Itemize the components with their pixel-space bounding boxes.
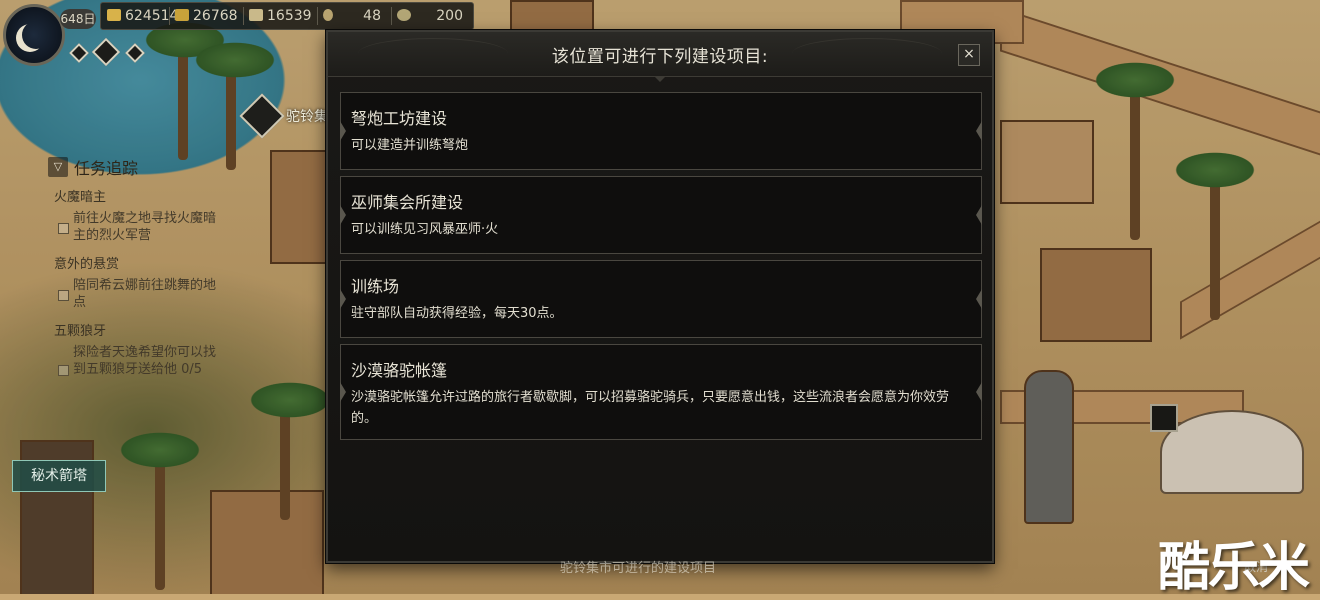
build-option-title: 训练场 bbox=[351, 277, 400, 296]
quest-checkbox[interactable] bbox=[58, 365, 69, 376]
build-option-desc: 可以训练见习风暴巫师·火 bbox=[351, 222, 499, 237]
quest-category: 意外的悬赏 bbox=[54, 257, 120, 272]
location-marker-icon bbox=[239, 93, 285, 139]
build-dialog: 该位置可进行下列建设项目: × 弩炮工坊建设 可以建造并训练弩炮 巫师集会所建设… bbox=[326, 30, 994, 563]
resource-gold: 624514 bbox=[107, 7, 178, 25]
resource-silver: 16539 bbox=[249, 7, 312, 25]
header-notch bbox=[654, 76, 666, 82]
build-option[interactable]: 训练场 驻守部队自动获得经验，每天30点。 bbox=[340, 260, 982, 338]
dialog-title: 该位置可进行下列建设项目: bbox=[551, 47, 769, 67]
night-moon-icon[interactable] bbox=[3, 4, 65, 66]
build-option-title: 沙漠骆驼帐篷 bbox=[351, 361, 448, 380]
build-option[interactable]: 弩炮工坊建设 可以建造并训练弩炮 bbox=[340, 92, 982, 170]
quest-item[interactable]: 前往火魔之地寻找火魔暗主的烈火军营 bbox=[73, 210, 218, 244]
build-option[interactable]: 巫师集会所建设 可以训练见习风暴巫师·火 bbox=[340, 176, 982, 254]
build-option-desc: 驻守部队自动获得经验，每天30点。 bbox=[351, 306, 563, 321]
collapse-icon[interactable]: ▽ bbox=[48, 157, 68, 177]
arcane-tower-label[interactable]: 秘术箭塔 bbox=[12, 460, 106, 492]
gold-bar-icon bbox=[175, 9, 189, 21]
build-option-title: 弩炮工坊建设 bbox=[351, 109, 448, 128]
watermark-logo: 酷乐米 bbox=[1157, 538, 1310, 598]
quest-header[interactable]: ▽ 任务追踪 bbox=[48, 154, 138, 180]
grain-icon bbox=[323, 9, 333, 21]
dialog-header: 该位置可进行下列建设项目: × bbox=[328, 32, 992, 77]
scroll-icon bbox=[397, 9, 411, 21]
build-option-desc: 沙漠骆驼帐篷允许过路的旅行者歇歇脚，可以招募骆驼骑兵，只要愿意出钱，这些流浪者会… bbox=[351, 390, 950, 426]
quest-item[interactable]: 陪同希云娜前往跳舞的地点 bbox=[73, 277, 218, 311]
close-button[interactable]: × bbox=[958, 44, 980, 66]
quest-category: 五颗狼牙 bbox=[54, 324, 107, 339]
location-tag[interactable]: 驼铃集 bbox=[239, 93, 328, 139]
day-counter: 648日 bbox=[60, 9, 96, 29]
build-option[interactable]: 沙漠骆驼帐篷 沙漠骆驼帐篷允许过路的旅行者歇歇脚，可以招募骆驼骑兵，只要愿意出钱… bbox=[340, 344, 982, 440]
build-option-desc: 可以建造并训练弩炮 bbox=[351, 138, 469, 153]
quest-tracker-title: 任务追踪 bbox=[74, 159, 139, 178]
resource-grain: 48 bbox=[323, 7, 381, 25]
bottom-hint-text: 驼铃集市可进行的建设项目 bbox=[560, 561, 717, 576]
quest-checkbox[interactable] bbox=[58, 290, 69, 301]
silver-bar-icon bbox=[249, 9, 263, 21]
quest-checkbox[interactable] bbox=[58, 223, 69, 234]
gold-coin-icon bbox=[107, 9, 121, 21]
resource-scroll: 200 bbox=[397, 7, 463, 25]
resource-bar: 624514 26768 16539 48 200 bbox=[100, 2, 474, 30]
quest-item[interactable]: 探险者天逸希望你可以找到五颗狼牙送给他 0/5 bbox=[73, 344, 218, 378]
build-option-title: 巫师集会所建设 bbox=[351, 193, 464, 212]
resource-gold-bar: 26768 bbox=[175, 7, 238, 25]
quest-category: 火魔暗主 bbox=[54, 190, 107, 205]
location-name: 驼铃集 bbox=[286, 109, 328, 125]
